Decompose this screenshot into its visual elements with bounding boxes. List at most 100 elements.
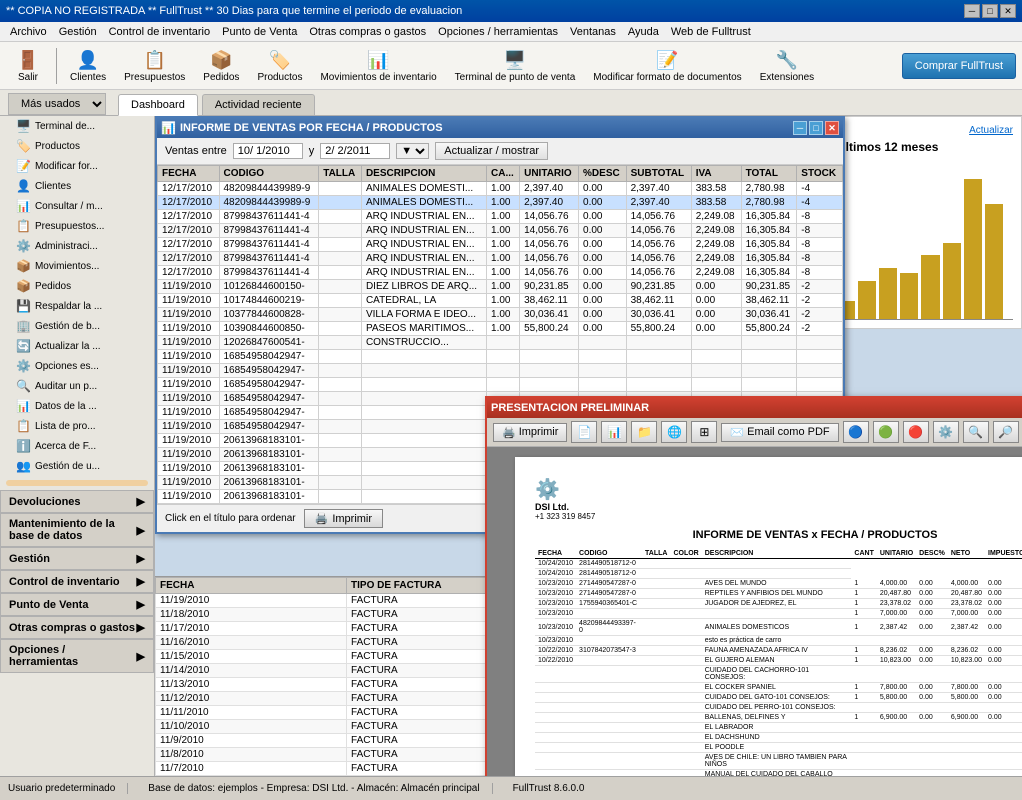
preview-email-btn[interactable]: ✉️ Email como PDF [721,423,838,442]
prev-search-btn[interactable]: 🔍 [963,421,989,443]
prev-color-btn[interactable]: 🔴 [903,421,929,443]
sidebar-item-acerca[interactable]: ℹ️ Acerca de F... [0,436,154,456]
control-expand[interactable]: Control de inventario ▶ [0,570,154,593]
list-item: EL COCKER SPANIEL17,800.000.007,800.000.… [535,683,1022,693]
sidebar-item-datos[interactable]: 📊 Datos de la ... [0,396,154,416]
list-item: 10/23/2010esto es práctica de carro [535,636,1022,646]
period-select[interactable]: ▼ [396,143,429,159]
sidebar-item-gestion-b[interactable]: 🏢 Gestión de b... [0,316,154,336]
close-btn[interactable]: ✕ [1000,4,1016,18]
minimize-btn[interactable]: ─ [964,4,980,18]
tool-clientes[interactable]: 👤 Clientes [63,44,113,87]
prev-folder-btn[interactable]: 📁 [631,421,657,443]
mantenimiento-expand[interactable]: Mantenimiento de la base de datos ▶ [0,513,154,547]
menu-gestion[interactable]: Gestión [53,24,103,40]
col-unitario[interactable]: UNITARIO [520,166,579,182]
pv-expand[interactable]: Punto de Venta ▶ [0,593,154,616]
menu-bar: Archivo Gestión Control de inventario Pu… [0,22,1022,42]
sidebar-item-productos[interactable]: 🏷️ Productos [0,136,154,156]
col-talla[interactable]: TALLA [319,166,362,182]
tool-pedidos[interactable]: 📦 Pedidos [196,44,246,87]
otras-expand[interactable]: Otras compras o gastos ▶ [0,616,154,639]
sidebar-item-consultar[interactable]: 📊 Consultar / m... [0,196,154,216]
list-item: EL POODLE [535,743,1022,753]
preview-print-btn[interactable]: 🖨️ Imprimir [493,423,567,442]
tool-terminal[interactable]: 🖥️ Terminal de punto de venta [448,44,583,87]
actualizar-btn[interactable]: Actualizar / mostrar [435,142,548,160]
sidebar-item-lista[interactable]: 📋 Lista de pro... [0,416,154,436]
menu-ventanas[interactable]: Ventanas [564,24,622,40]
devoluciones-expand[interactable]: Devoluciones ▶ [0,490,154,513]
sidebar-item-actualizar[interactable]: 🔄 Actualizar la ... [0,336,154,356]
buy-button[interactable]: Comprar FullTrust [902,53,1016,79]
menu-web[interactable]: Web de Fulltrust [665,24,757,40]
tool-modificar[interactable]: 📝 Modificar formato de documentos [586,44,748,87]
menu-control[interactable]: Control de inventario [103,24,217,40]
tool-extensiones[interactable]: 🔧 Extensiones [753,44,821,87]
col-fecha[interactable]: FECHA [158,166,220,182]
sales-minimize-btn[interactable]: ─ [793,121,807,135]
chart-bar [985,204,1003,319]
tab-dashboard[interactable]: Dashboard [118,94,198,116]
tool-salir[interactable]: 🚪 Salir [6,44,50,87]
sidebar-item-admin[interactable]: ⚙️ Administraci... [0,236,154,256]
prev-zoom-btn[interactable]: 🔎 [993,421,1019,443]
sidebar-item-clientes[interactable]: 👤 Clientes [0,176,154,196]
admin-sidebar-icon: ⚙️ [16,239,31,253]
col-descripcion[interactable]: DESCRIPCION [361,166,486,182]
tool-movimientos[interactable]: 📊 Movimientos de inventario [313,44,443,87]
sales-window-buttons: ─ □ ✕ [793,121,839,135]
menu-ayuda[interactable]: Ayuda [622,24,665,40]
col-codigo[interactable]: CODIGO [219,166,319,182]
chart-bar [900,273,918,319]
respaldar-sidebar-icon: 💾 [16,299,31,313]
col-desc[interactable]: %DESC [579,166,627,182]
status-bar: Usuario predeterminado Base de datos: ej… [0,776,1022,800]
mas-usados-dropdown[interactable]: Más usados [8,93,106,115]
maximize-btn[interactable]: □ [982,4,998,18]
toolbar-divider [56,48,57,84]
sidebar-item-modificar[interactable]: 📝 Modificar for... [0,156,154,176]
menu-pv[interactable]: Punto de Venta [216,24,303,40]
movimientos-sidebar-icon: 📦 [16,259,31,273]
col-total[interactable]: TOTAL [741,166,797,182]
sales-maximize-btn[interactable]: □ [809,121,823,135]
sidebar-item-auditar[interactable]: 🔍 Auditar un p... [0,376,154,396]
menu-archivo[interactable]: Archivo [4,24,53,40]
prev-web-btn[interactable]: 🌐 [661,421,687,443]
ventas-entre-label: Ventas entre [165,145,227,157]
status-database: Base de datos: ejemplos - Empresa: DSI L… [148,783,492,794]
sales-close-btn[interactable]: ✕ [825,121,839,135]
prev-pdf-btn[interactable]: 📄 [571,421,597,443]
prev-zoom-out-btn[interactable]: 🟢 [873,421,899,443]
sidebar-item-opciones-es[interactable]: ⚙️ Opciones es... [0,356,154,376]
sidebar-item-pedidos[interactable]: 📦 Pedidos [0,276,154,296]
col-stock[interactable]: STOCK [797,166,843,182]
sidebar-item-gestion-u[interactable]: 👥 Gestión de u... [0,456,154,476]
tab-actividad[interactable]: Actividad reciente [202,94,315,115]
tool-presupuestos[interactable]: 📋 Presupuestos [117,44,192,87]
col-ca[interactable]: CA... [487,166,520,182]
gestion-expand[interactable]: Gestión ▶ [0,547,154,570]
prev-settings-btn[interactable]: ⚙️ [933,421,959,443]
email-icon: ✉️ [730,426,744,439]
prev-xls-btn[interactable]: 📊 [601,421,627,443]
menu-otras[interactable]: Otras compras o gastos [303,24,432,40]
sidebar-item-presupuestos[interactable]: 📋 Presupuestos... [0,216,154,236]
menu-opciones[interactable]: Opciones / herramientas [432,24,564,40]
opciones-expand[interactable]: Opciones / herramientas ▶ [0,639,154,673]
preview-title: PRESENTACION PRELIMINAR [491,402,649,414]
prev-grid-btn[interactable]: ⊞ [691,421,717,443]
date-to-input[interactable] [320,143,390,159]
list-item: 10/24/20102814490518712-0 [535,559,1022,569]
prev-zoom-in-btn[interactable]: 🔵 [843,421,869,443]
date-from-input[interactable] [233,143,303,159]
sidebar-item-terminal[interactable]: 🖥️ Terminal de... [0,116,154,136]
col-subtotal[interactable]: SUBTOTAL [626,166,691,182]
tool-productos[interactable]: 🏷️ Productos [250,44,309,87]
col-iva[interactable]: IVA [691,166,741,182]
list-item: 10/24/20102814490518712-0 [535,569,1022,579]
sidebar-item-movimientos[interactable]: 📦 Movimientos... [0,256,154,276]
sidebar-item-respaldar[interactable]: 💾 Respaldar la ... [0,296,154,316]
print-btn[interactable]: 🖨️ Imprimir [304,509,383,528]
